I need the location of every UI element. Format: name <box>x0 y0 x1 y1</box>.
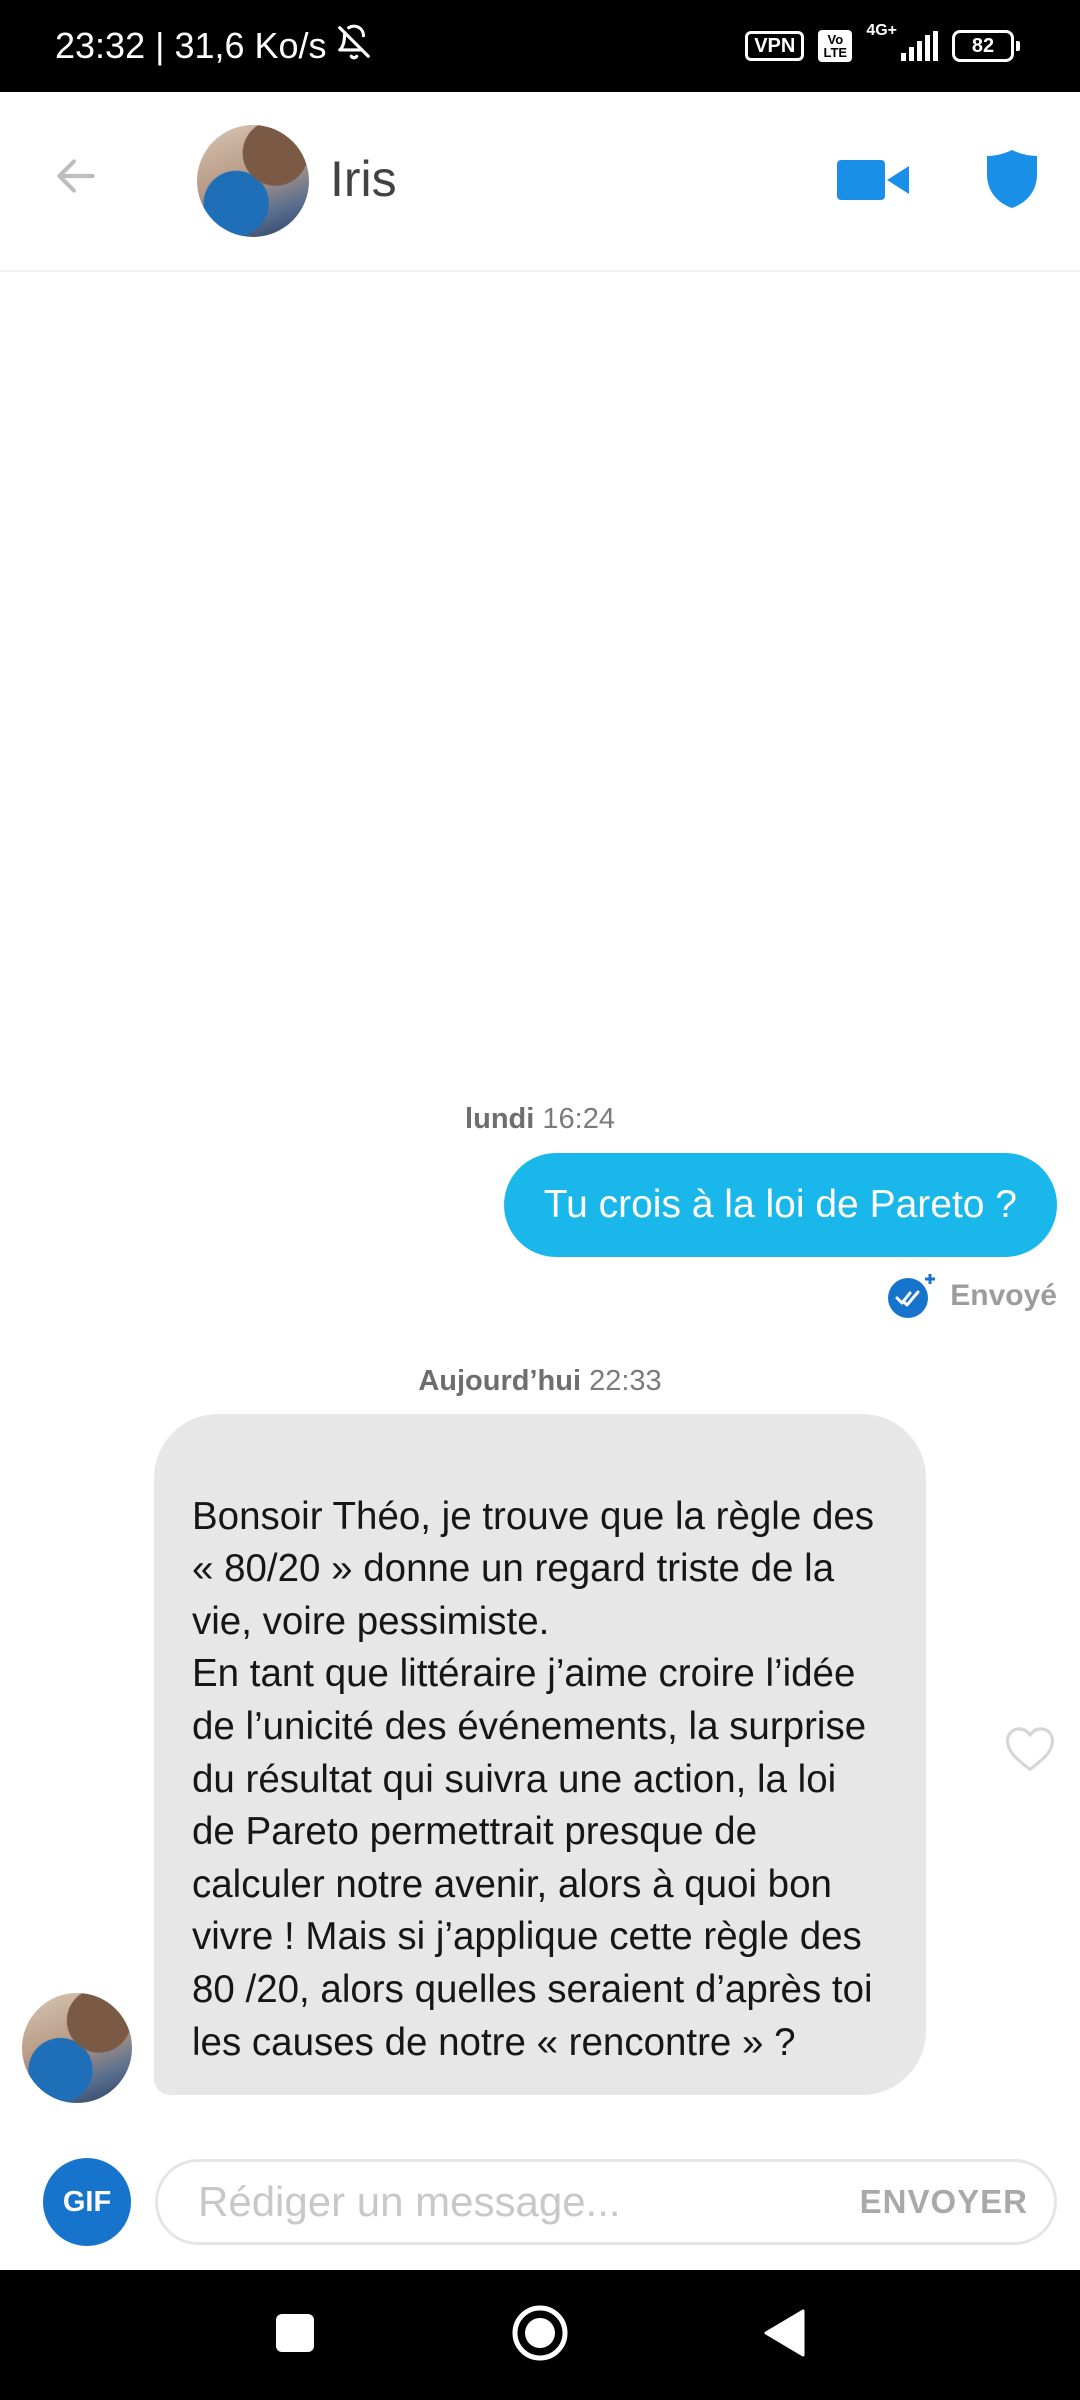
system-nav-bar <box>0 2270 1080 2400</box>
gif-button[interactable]: GIF <box>43 2158 131 2246</box>
volte-badge: Vo LTE <box>818 30 853 62</box>
back-button[interactable] <box>40 142 112 214</box>
back-arrow-icon <box>51 151 101 206</box>
like-message-button[interactable] <box>1002 1724 1058 1776</box>
contact-avatar[interactable] <box>197 125 309 237</box>
shield-icon <box>984 148 1040 215</box>
sent-message-text: Tu crois à la loi de Pareto ? <box>543 1183 1017 1226</box>
double-check-icon <box>888 1272 936 1320</box>
back-triangle-icon <box>763 2309 807 2362</box>
video-call-button[interactable] <box>833 152 913 212</box>
signal-icon: 4G+ <box>866 23 938 61</box>
contact-name[interactable]: Iris <box>330 144 397 214</box>
home-button[interactable] <box>505 2300 575 2370</box>
sender-avatar[interactable] <box>22 1993 132 2103</box>
received-message-text: Bonsoir Théo, je trouve que la règle des… <box>192 1494 875 2064</box>
recent-apps-button[interactable] <box>260 2300 330 2370</box>
send-button[interactable]: ENVOYER <box>860 2183 1028 2221</box>
status-time-speed: 23:32 | 31,6 Ko/s <box>55 25 327 66</box>
message-timestamp: lundi 16:24 <box>465 1103 615 1135</box>
status-bar: 23:32 | 31,6 Ko/s VPN Vo LTE 4G+ 82 <box>0 0 1080 92</box>
delivery-status: Envoyé <box>888 1272 1057 1320</box>
video-camera-icon <box>835 156 911 209</box>
message-input[interactable] <box>198 2178 860 2226</box>
home-icon <box>511 2304 569 2367</box>
safety-button[interactable] <box>977 146 1047 216</box>
heart-icon <box>1003 1723 1057 1778</box>
battery-icon: 82 <box>952 30 1020 62</box>
back-nav-button[interactable] <box>750 2300 820 2370</box>
received-message-bubble[interactable]: Bonsoir Théo, je trouve que la règle des… <box>154 1414 926 2096</box>
delivery-status-label: Envoyé <box>950 1279 1057 1312</box>
message-composer: ENVOYER <box>155 2159 1057 2245</box>
vpn-badge: VPN <box>745 31 805 61</box>
recent-apps-icon <box>274 2312 316 2359</box>
chat-header: Iris <box>0 92 1080 272</box>
bell-off-icon <box>335 23 373 70</box>
message-timestamp: Aujourd’hui 22:33 <box>418 1365 662 1397</box>
sent-message-bubble[interactable]: Tu crois à la loi de Pareto ? <box>503 1153 1057 1257</box>
